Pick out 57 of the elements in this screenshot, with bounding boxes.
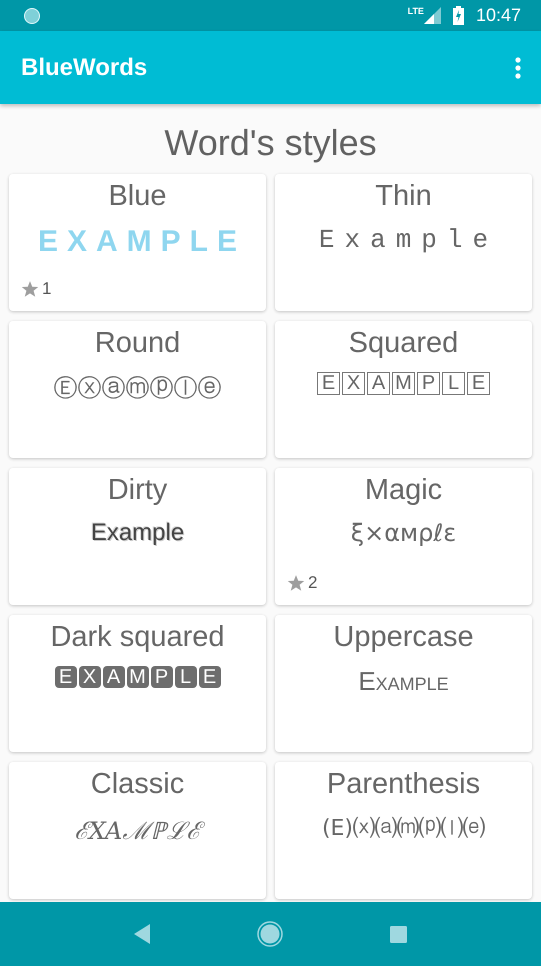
letter-tile: M [126, 666, 148, 688]
style-card[interactable]: Dark squared E X A M P L E [9, 615, 266, 752]
style-title: Squared [348, 327, 458, 360]
example-text: Example [90, 519, 184, 547]
letter-tile: X [78, 666, 100, 688]
letter-tile: L [174, 666, 196, 688]
clock: 10:47 [476, 5, 521, 26]
sync-icon [24, 8, 40, 24]
letter-tile: E [54, 666, 76, 688]
letter-tile: E [198, 666, 220, 688]
style-title: Classic [90, 768, 184, 801]
style-card[interactable]: Parenthesis (E)⒳⒜⒨⒫⒧⒠ [275, 762, 532, 899]
example-text: Example [318, 225, 498, 255]
signal-icon [424, 7, 441, 24]
style-title: Dark squared [50, 621, 225, 654]
letter-tile: A [102, 666, 124, 688]
style-card[interactable]: Uppercase Example [275, 615, 532, 752]
style-title: Magic [364, 474, 442, 507]
style-title: Uppercase [333, 621, 474, 654]
example-text: Example [358, 666, 449, 697]
style-card[interactable]: Magic ξ×αмρℓε 2 [275, 468, 532, 605]
style-card[interactable]: Round Ⓔⓧⓐⓜⓟⓛⓔ [9, 321, 266, 458]
letter-tile: L [442, 372, 465, 395]
example-text: Ⓔⓧⓐⓜⓟⓛⓔ [54, 373, 222, 404]
letter-tile: E [317, 372, 340, 395]
star-icon [21, 280, 39, 298]
example-text: EXAMPLE [38, 225, 246, 259]
favorite-count: 1 [42, 279, 52, 299]
style-card[interactable]: Dirty Example [9, 468, 266, 605]
network-type: LTE [408, 6, 424, 16]
home-icon[interactable] [256, 921, 283, 947]
style-title: Blue [108, 180, 167, 213]
style-title: Parenthesis [326, 768, 480, 801]
style-title: Thin [375, 180, 432, 213]
letter-tile: P [417, 372, 440, 395]
page-heading: Word's styles [163, 122, 378, 164]
style-card[interactable]: Thin Example [275, 174, 532, 311]
example-text: (E)⒳⒜⒨⒫⒧⒠ [322, 815, 486, 843]
more-options-icon[interactable] [515, 56, 521, 78]
style-title: Dirty [108, 474, 168, 507]
style-card[interactable]: Classic ℰXAℳℙℒℰ [9, 762, 266, 899]
battery-icon [452, 6, 464, 25]
style-card[interactable]: Blue EXAMPLE 1 [9, 174, 266, 311]
letter-tile: P [150, 666, 172, 688]
letter-tile: E [467, 372, 490, 395]
letter-tile: A [367, 372, 390, 395]
star-icon [287, 574, 305, 592]
app-title: BlueWords [21, 54, 148, 82]
style-card[interactable]: Squared E X A M P L E [275, 321, 532, 458]
favorite-count: 2 [308, 573, 318, 593]
letter-tile: M [392, 372, 415, 395]
style-title: Round [94, 327, 180, 360]
recents-icon[interactable] [390, 926, 408, 942]
letter-tile: X [342, 372, 365, 395]
back-icon[interactable] [134, 924, 150, 944]
example-text: ℰXAℳℙℒℰ [66, 813, 208, 851]
example-text: ξ×αмρℓε [350, 519, 456, 547]
